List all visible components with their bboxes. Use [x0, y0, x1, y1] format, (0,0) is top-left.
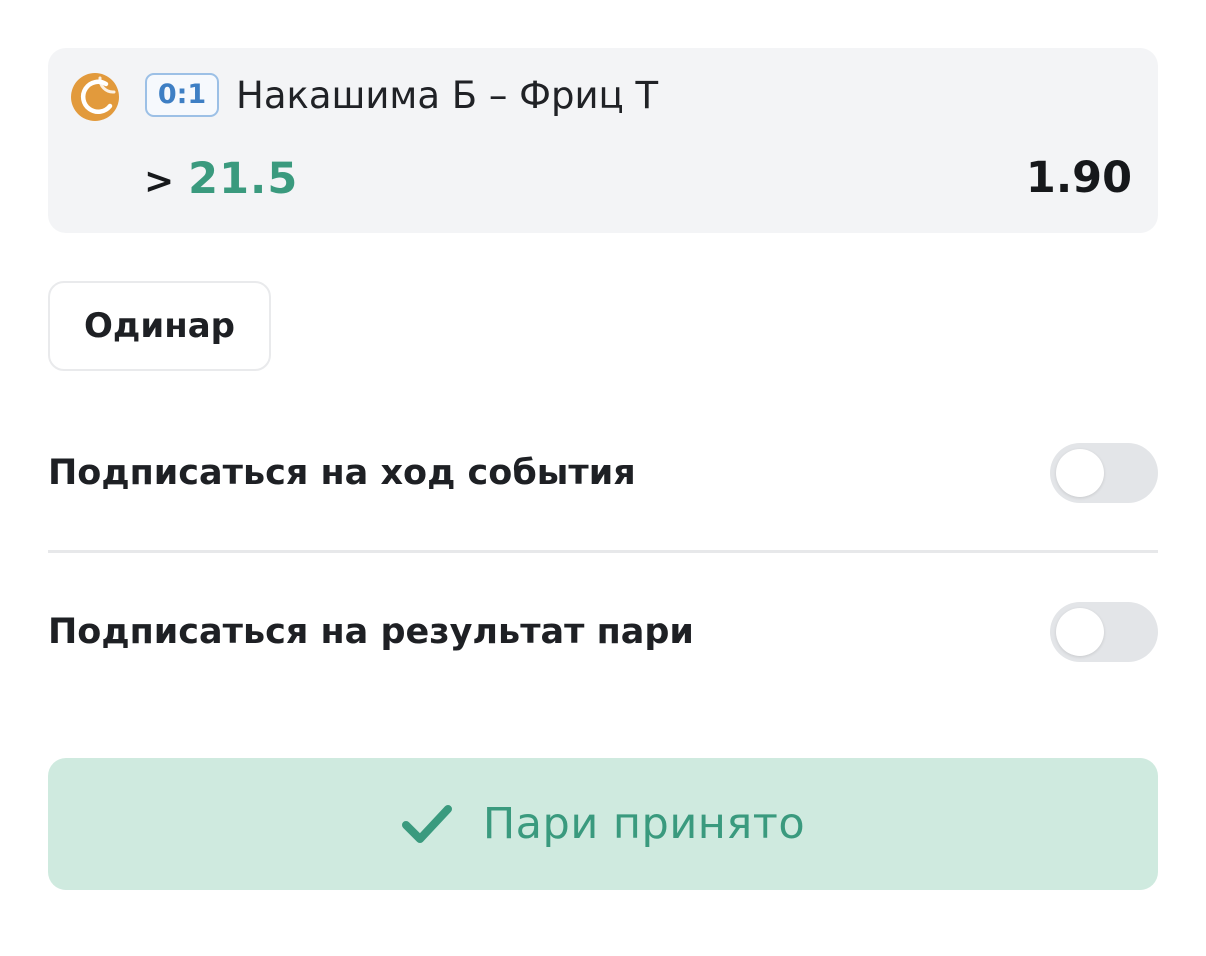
divider	[48, 550, 1158, 553]
bet-type-chip[interactable]: Одинар	[48, 281, 271, 371]
tennis-ball-icon	[70, 72, 120, 122]
toggle-knob	[1056, 449, 1104, 497]
odds-value: 1.90	[1025, 153, 1132, 203]
subscription-label: Подписаться на ход события	[48, 453, 636, 493]
toggle-knob	[1056, 608, 1104, 656]
event-subscription-toggle[interactable]	[1050, 443, 1158, 503]
outcome: > 21.5	[144, 154, 298, 206]
result-subscription-toggle[interactable]	[1050, 602, 1158, 662]
subscription-row-result: Подписаться на результат пари	[48, 602, 1158, 662]
bet-slip-screen: 0:1 Накашима Б – Фриц Т > 21.5 1.90 Один…	[0, 0, 1206, 956]
score-badge: 0:1	[145, 73, 219, 117]
bet-card[interactable]: 0:1 Накашима Б – Фриц Т > 21.5 1.90	[48, 48, 1158, 233]
outcome-prefix: >	[144, 161, 175, 202]
subscription-row-event: Подписаться на ход события	[48, 443, 1158, 503]
event-title: Накашима Б – Фриц Т	[236, 74, 659, 117]
bet-accepted-button[interactable]: Пари принято	[48, 758, 1158, 890]
bet-accepted-label: Пари принято	[482, 799, 806, 849]
subscription-label: Подписаться на результат пари	[48, 612, 694, 652]
outcome-value: 21.5	[188, 154, 299, 204]
check-icon	[401, 803, 453, 845]
